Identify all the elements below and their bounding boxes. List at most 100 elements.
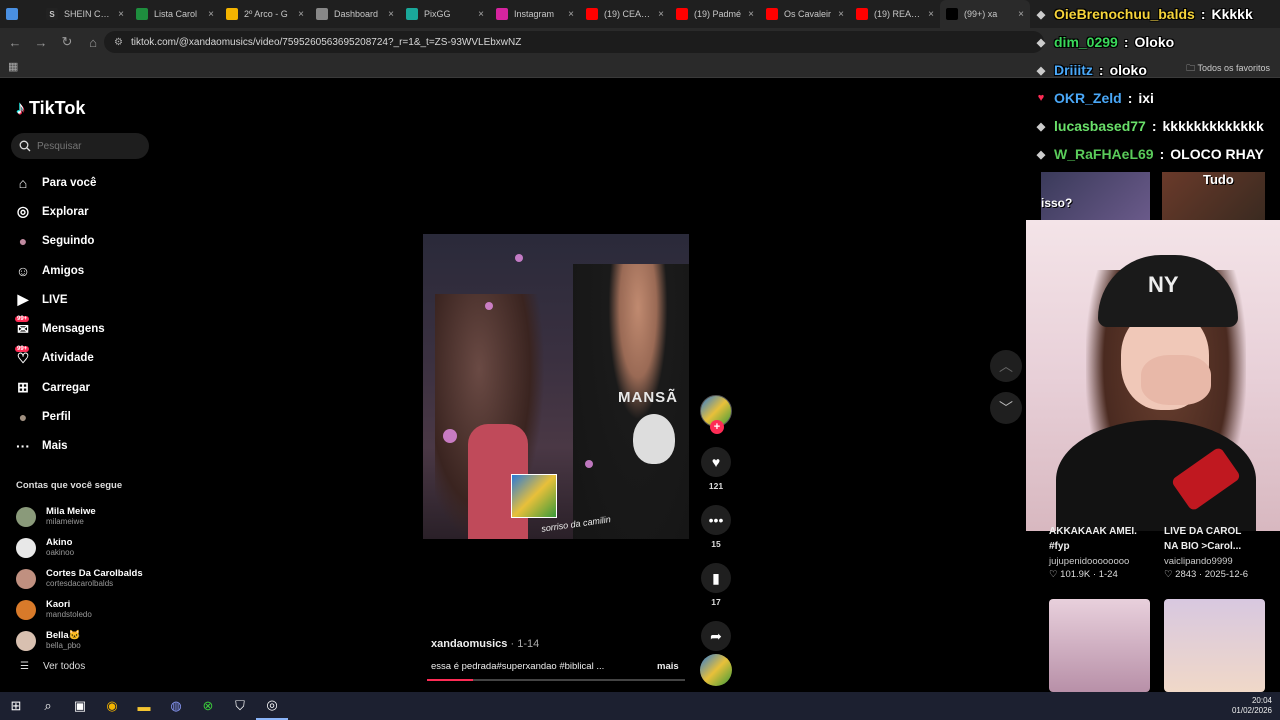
sidebar-item-5[interactable]: ✉ 99+ Mensagens — [14, 314, 154, 343]
related-thumbnail[interactable] — [1164, 599, 1265, 692]
browser-tab[interactable]: Instagram × — [490, 0, 580, 28]
shield-icon[interactable]: ⛉ — [224, 692, 256, 720]
following-account[interactable]: Bella🐱 bella_pbo — [16, 625, 156, 656]
chat-username: Driiitz — [1054, 62, 1093, 78]
browser-tab[interactable]: (99+) xa × — [940, 0, 1030, 28]
following-account[interactable]: Kaori mandstoledo — [16, 594, 156, 625]
browser-tab[interactable] — [0, 0, 40, 28]
browser-tab[interactable]: PixGG × — [400, 0, 490, 28]
close-tab-icon[interactable]: × — [748, 9, 754, 20]
comment-count: 15 — [711, 539, 721, 549]
creator-avatar[interactable]: + — [700, 395, 732, 434]
tab-label: (19) Padmé — [694, 9, 742, 19]
chrome-icon[interactable]: ◉ — [96, 692, 128, 720]
chat-message: ◆ Driiitz: oloko — [1034, 56, 1280, 84]
sidebar-item-label: Mensagens — [42, 323, 105, 336]
browser-tab[interactable]: Os Cavaleir × — [760, 0, 850, 28]
file-explorer-icon[interactable]: ▬ — [128, 692, 160, 720]
apps-grid-icon[interactable]: ▦ — [8, 60, 18, 73]
save-action[interactable]: ▮ 17 — [700, 563, 732, 607]
sparkle — [515, 254, 523, 262]
system-clock[interactable]: 20:04 01/02/2026 — [1232, 696, 1272, 716]
following-account[interactable]: Cortes Da Carolbalds cortesdacarolbalds — [16, 563, 156, 594]
close-tab-icon[interactable]: × — [658, 9, 664, 20]
related-user: vaiclipando9999 — [1164, 556, 1233, 567]
chat-message: ◆ dim_0299: Oloko — [1034, 28, 1280, 56]
heart-icon[interactable]: ♥ — [701, 447, 731, 477]
author-name[interactable]: xandaomusics — [431, 638, 507, 650]
browser-tab[interactable]: 2º Arco - G × — [220, 0, 310, 28]
close-tab-icon[interactable]: × — [208, 9, 214, 20]
sidebar-item-1[interactable]: ◎ Explorar — [14, 197, 154, 226]
url-bar[interactable]: ⚙ tiktok.com/@xandaomusics/video/7595260… — [104, 31, 1044, 53]
sidebar: ♪ TikTok ⌂ Para você ◎ Explorar ● Seguindo ☺ Am… — [0, 80, 160, 692]
sidebar-item-2[interactable]: ● Seguindo — [14, 227, 154, 256]
browser-tab[interactable]: S SHEIN Crea × — [40, 0, 130, 28]
obs-icon[interactable]: ◎ — [256, 692, 288, 720]
sidebar-item-9[interactable]: ··· Mais — [14, 432, 154, 461]
related-user: jujupenidoooooooo — [1049, 556, 1130, 567]
tiktok-logo[interactable]: ♪ TikTok — [16, 98, 85, 119]
sidebar-item-3[interactable]: ☺ Amigos — [14, 256, 154, 285]
browser-tab[interactable]: (19) CEARÁ × — [580, 0, 670, 28]
more-icon: ··· — [16, 438, 30, 455]
windows-start-icon[interactable]: ⊞ — [0, 692, 32, 720]
related-video[interactable]: LIVE DA CAROL NA BIO >Carol... vaiclipan… — [1164, 524, 1279, 580]
browser-tab[interactable]: Lista Carol × — [130, 0, 220, 28]
browser-tab[interactable]: (19) REAÇÃ × — [850, 0, 940, 28]
close-tab-icon[interactable]: × — [118, 9, 124, 20]
globe-icon — [316, 8, 328, 20]
task-view-icon[interactable]: ▣ — [64, 692, 96, 720]
related-thumbnail[interactable] — [1049, 599, 1150, 692]
browser-tab[interactable]: (19) Padmé × — [670, 0, 760, 28]
search-input[interactable] — [37, 140, 137, 152]
chevron-down-icon[interactable]: ﹀ — [990, 392, 1022, 424]
search-icon[interactable]: ⌕ — [32, 692, 64, 720]
music-disc-icon[interactable] — [700, 654, 732, 686]
account-text: Cortes Da Carolbalds cortesdacarolbalds — [46, 568, 143, 589]
home-browser-icon[interactable]: ⌂ — [86, 35, 100, 50]
video-author[interactable]: xandaomusics · 1-14 — [431, 638, 539, 650]
youtube-icon — [676, 8, 688, 20]
browser-tab[interactable]: Dashboard × — [310, 0, 400, 28]
chat-username: lucasbased77 — [1054, 118, 1146, 134]
comment-icon[interactable]: ••• — [701, 505, 731, 535]
profile-avatar-icon: ● — [18, 409, 28, 426]
video-player[interactable]: MANSÃ sorriso da camilin — [423, 234, 689, 539]
bookmark-icon[interactable]: ▮ — [701, 563, 731, 593]
sidebar-item-0[interactable]: ⌂ Para você — [14, 168, 154, 197]
like-action[interactable]: ♥ 121 — [700, 447, 732, 491]
discord-icon[interactable]: ◍ — [160, 692, 192, 720]
close-tab-icon[interactable]: × — [388, 9, 394, 20]
sidebar-item-7[interactable]: ⊞ Carregar — [14, 373, 154, 402]
site-info-icon[interactable]: ⚙ — [114, 37, 123, 48]
close-tab-icon[interactable]: × — [1018, 9, 1024, 20]
heart-icon: ♥ — [1037, 92, 1045, 104]
search-box[interactable] — [11, 133, 149, 159]
follow-plus-icon[interactable]: + — [710, 420, 724, 434]
forward-icon[interactable]: → — [34, 35, 48, 50]
video-date: 1-14 — [517, 638, 540, 650]
share-icon[interactable]: ➦ — [701, 621, 731, 651]
back-icon[interactable]: ← — [8, 35, 22, 50]
chevron-up-icon[interactable]: ︿ — [990, 350, 1022, 382]
following-account[interactable]: Mila Meiwe milameiwe — [16, 501, 156, 532]
close-tab-icon[interactable]: × — [838, 9, 844, 20]
close-tab-icon[interactable]: × — [928, 9, 934, 20]
see-all-button[interactable]: ☰ Ver todos — [20, 661, 85, 672]
related-video[interactable]: AKKAKAAK AMEI. #fyp jujupenidoooooooo ♡ … — [1049, 524, 1164, 580]
chat-separator: : — [1151, 118, 1157, 134]
tab-label: (99+) xa — [964, 9, 998, 19]
more-button[interactable]: mais — [657, 661, 679, 672]
video-progress-bar[interactable] — [427, 679, 685, 681]
following-account[interactable]: Akino oakinoo — [16, 532, 156, 563]
reload-icon[interactable]: ↻ — [60, 34, 74, 50]
close-tab-icon[interactable]: × — [568, 9, 574, 20]
sidebar-item-4[interactable]: ▶ LIVE — [14, 285, 154, 314]
sidebar-item-8[interactable]: ● Perfil — [14, 402, 154, 431]
sidebar-item-6[interactable]: ♡ 99+ Atividade — [14, 344, 154, 373]
xbox-icon[interactable]: ⊗ — [192, 692, 224, 720]
close-tab-icon[interactable]: × — [478, 9, 484, 20]
close-tab-icon[interactable]: × — [298, 9, 304, 20]
comment-action[interactable]: ••• 15 — [700, 505, 732, 549]
